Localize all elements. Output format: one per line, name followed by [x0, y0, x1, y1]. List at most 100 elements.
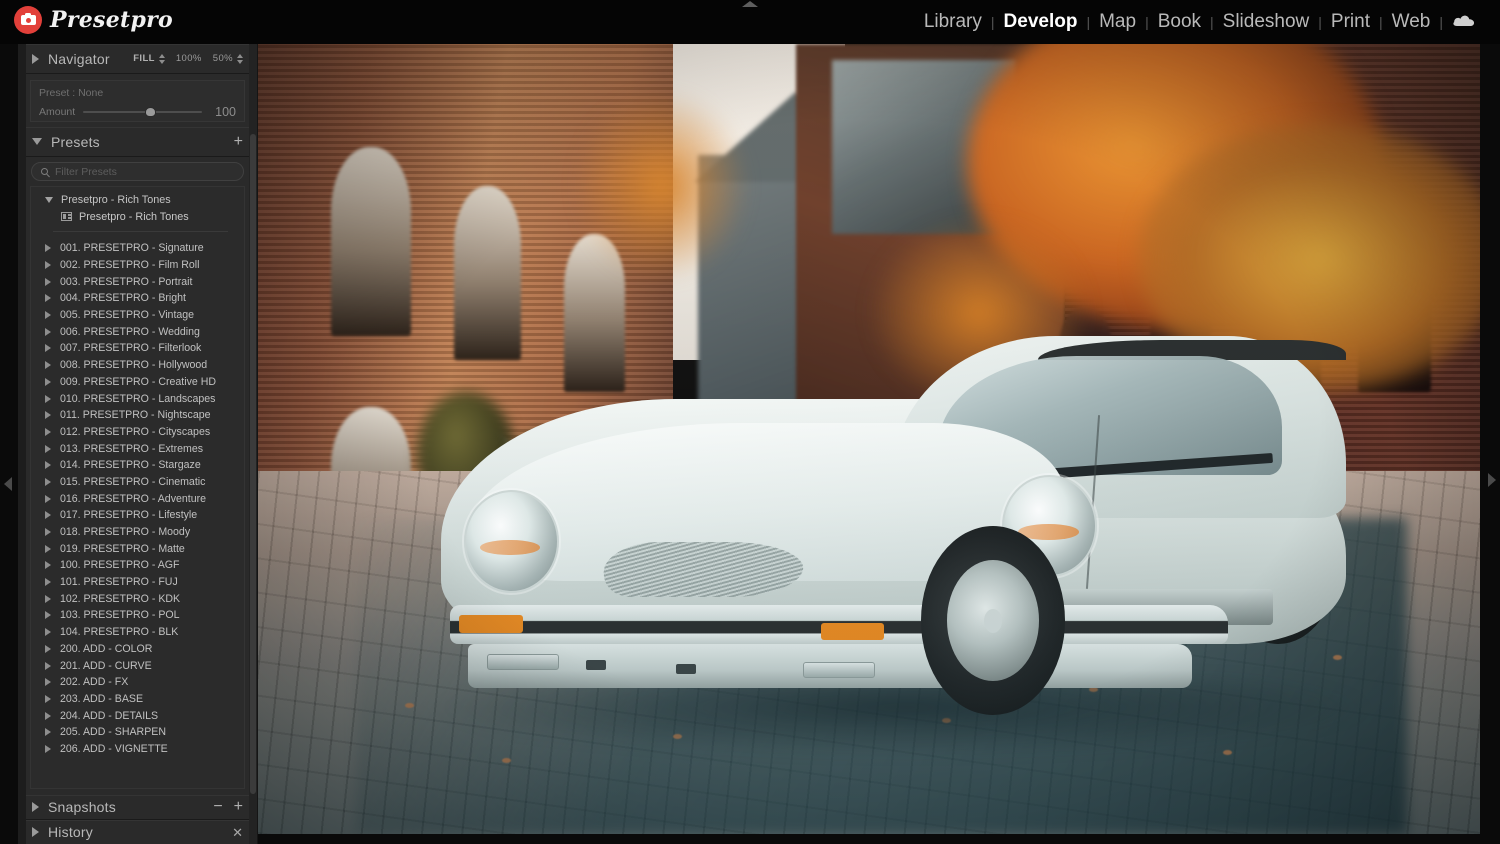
preset-folder-row[interactable]: 101. PRESETPRO - FUJ: [31, 574, 244, 591]
triangle-right-icon[interactable]: [45, 361, 51, 370]
triangle-right-icon[interactable]: [45, 744, 51, 753]
zoom-100-button[interactable]: 100%: [176, 53, 202, 64]
preset-folder-row[interactable]: 016. PRESETPRO - Adventure: [31, 490, 244, 507]
preset-item[interactable]: Presetpro - Rich Tones: [31, 208, 244, 225]
triangle-right-icon[interactable]: [45, 277, 51, 286]
triangle-down-icon[interactable]: [32, 138, 42, 145]
triangle-right-icon[interactable]: [45, 411, 51, 420]
triangle-right-icon[interactable]: [45, 628, 51, 637]
triangle-right-icon[interactable]: [45, 611, 51, 620]
presets-list[interactable]: Presetpro - Rich Tones Presetpro - Rich …: [30, 186, 245, 789]
module-map[interactable]: Map: [1090, 0, 1145, 44]
preset-folder-row[interactable]: 200. ADD - COLOR: [31, 641, 244, 658]
triangle-right-icon[interactable]: [45, 694, 51, 703]
preset-folder-row[interactable]: 206. ADD - VIGNETTE: [31, 741, 244, 758]
preset-folder-row[interactable]: 104. PRESETPRO - BLK: [31, 624, 244, 641]
triangle-down-icon[interactable]: [45, 196, 53, 203]
image-preview-stage[interactable]: [258, 44, 1480, 834]
presets-panel-header[interactable]: Presets +: [26, 127, 249, 157]
module-book[interactable]: Book: [1149, 0, 1210, 44]
module-slideshow[interactable]: Slideshow: [1214, 0, 1319, 44]
module-library[interactable]: Library: [915, 0, 991, 44]
triangle-right-icon[interactable]: [45, 544, 51, 553]
preset-folder-row[interactable]: 102. PRESETPRO - KDK: [31, 590, 244, 607]
zoom-fill-stepper[interactable]: [158, 53, 165, 64]
left-panel-scrollbar[interactable]: [249, 44, 257, 844]
amount-value[interactable]: 100: [210, 105, 236, 119]
triangle-right-icon[interactable]: [45, 444, 51, 453]
preset-filter-input[interactable]: Filter Presets: [55, 166, 117, 178]
module-web[interactable]: Web: [1383, 0, 1440, 44]
preset-folder-row[interactable]: 006. PRESETPRO - Wedding: [31, 323, 244, 340]
snapshots-panel-header[interactable]: Snapshots − +: [26, 795, 249, 820]
preset-folder-row[interactable]: 002. PRESETPRO - Film Roll: [31, 257, 244, 274]
triangle-right-icon[interactable]: [45, 477, 51, 486]
zoom-50-button[interactable]: 50%: [213, 53, 233, 64]
triangle-right-icon[interactable]: [45, 327, 51, 336]
plus-icon[interactable]: +: [234, 133, 243, 150]
triangle-right-icon[interactable]: [45, 678, 51, 687]
module-print[interactable]: Print: [1322, 0, 1379, 44]
preset-folder-row[interactable]: 008. PRESETPRO - Hollywood: [31, 357, 244, 374]
preset-folder-row[interactable]: 007. PRESETPRO - Filterlook: [31, 340, 244, 357]
preset-folder-row[interactable]: 011. PRESETPRO - Nightscape: [31, 407, 244, 424]
triangle-right-icon[interactable]: [45, 528, 51, 537]
triangle-right-icon[interactable]: [45, 311, 51, 320]
history-panel-header[interactable]: History ✕: [26, 820, 249, 844]
preset-folder-row[interactable]: 013. PRESETPRO - Extremes: [31, 440, 244, 457]
triangle-right-icon[interactable]: [45, 261, 51, 270]
preset-folder-row[interactable]: 004. PRESETPRO - Bright: [31, 290, 244, 307]
plus-icon[interactable]: +: [234, 799, 243, 815]
minus-icon[interactable]: −: [213, 799, 222, 815]
close-icon[interactable]: ✕: [232, 826, 243, 839]
cloud-icon[interactable]: [1443, 13, 1482, 32]
triangle-left-icon[interactable]: [4, 477, 12, 491]
preset-folder-row[interactable]: 019. PRESETPRO - Matte: [31, 540, 244, 557]
preset-folder-row[interactable]: 017. PRESETPRO - Lifestyle: [31, 507, 244, 524]
zoom-level-stepper[interactable]: [237, 53, 243, 64]
preset-folder-row[interactable]: 202. ADD - FX: [31, 674, 244, 691]
preset-folder-row[interactable]: 010. PRESETPRO - Landscapes: [31, 390, 244, 407]
triangle-right-icon[interactable]: [45, 594, 51, 603]
triangle-right-icon[interactable]: [45, 294, 51, 303]
triangle-right-icon[interactable]: [45, 661, 51, 670]
triangle-right-icon[interactable]: [45, 561, 51, 570]
triangle-right-icon[interactable]: [32, 827, 39, 837]
amount-slider-handle[interactable]: [144, 107, 156, 117]
preset-folder-row[interactable]: 201. ADD - CURVE: [31, 657, 244, 674]
preset-folder-row[interactable]: 014. PRESETPRO - Stargaze: [31, 457, 244, 474]
triangle-right-icon[interactable]: [32, 53, 39, 64]
preset-folder-row[interactable]: 018. PRESETPRO - Moody: [31, 524, 244, 541]
preset-folder-row[interactable]: 203. ADD - BASE: [31, 691, 244, 708]
triangle-right-icon[interactable]: [45, 244, 51, 253]
scrollbar-thumb[interactable]: [250, 134, 256, 794]
amount-slider[interactable]: [83, 107, 202, 117]
triangle-right-icon[interactable]: [45, 728, 51, 737]
preset-group-row[interactable]: Presetpro - Rich Tones: [31, 191, 244, 208]
preset-folder-row[interactable]: 009. PRESETPRO - Creative HD: [31, 374, 244, 391]
triangle-right-icon[interactable]: [45, 644, 51, 653]
navigator-panel-header[interactable]: Navigator FILL 100% 50%: [26, 44, 249, 74]
triangle-right-icon[interactable]: [45, 427, 51, 436]
preset-folder-row[interactable]: 012. PRESETPRO - Cityscapes: [31, 424, 244, 441]
triangle-right-icon[interactable]: [45, 494, 51, 503]
preset-folder-row[interactable]: 204. ADD - DETAILS: [31, 707, 244, 724]
module-develop[interactable]: Develop: [995, 0, 1087, 44]
triangle-right-icon[interactable]: [45, 578, 51, 587]
triangle-right-icon[interactable]: [32, 802, 39, 812]
preset-filter-box[interactable]: Filter Presets: [31, 162, 244, 181]
triangle-right-icon[interactable]: [45, 394, 51, 403]
preset-folder-row[interactable]: 103. PRESETPRO - POL: [31, 607, 244, 624]
preset-folder-row[interactable]: 205. ADD - SHARPEN: [31, 724, 244, 741]
triangle-right-icon[interactable]: [45, 461, 51, 470]
triangle-right-icon[interactable]: [45, 511, 51, 520]
preset-folder-row[interactable]: 100. PRESETPRO - AGF: [31, 557, 244, 574]
triangle-right-icon[interactable]: [45, 377, 51, 386]
triangle-right-icon[interactable]: [1488, 473, 1496, 487]
triangle-up-icon[interactable]: [742, 1, 758, 7]
preset-folder-row[interactable]: 015. PRESETPRO - Cinematic: [31, 474, 244, 491]
triangle-right-icon[interactable]: [45, 711, 51, 720]
triangle-right-icon[interactable]: [45, 344, 51, 353]
preset-folder-row[interactable]: 005. PRESETPRO - Vintage: [31, 307, 244, 324]
preset-folder-row[interactable]: 003. PRESETPRO - Portrait: [31, 273, 244, 290]
